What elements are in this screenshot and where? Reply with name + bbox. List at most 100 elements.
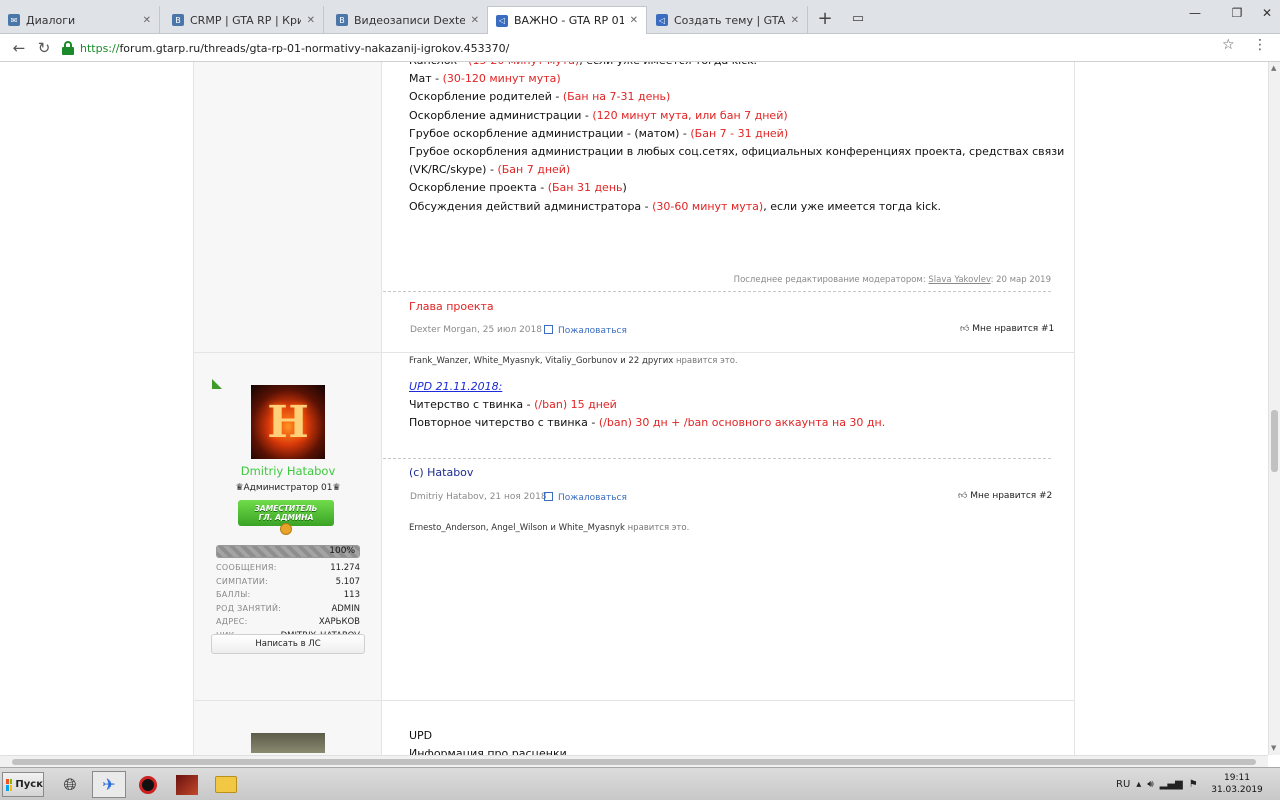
browser-tab[interactable]: ◁ ВАЖНО - GTA RP 01 | Норм ✕: [487, 6, 647, 34]
rule-line: Оскорбление администрации - (120 минут м…: [409, 108, 788, 122]
back-icon[interactable]: ←: [8, 37, 30, 59]
scroll-down-icon[interactable]: ▼: [1271, 744, 1276, 752]
rule-line: (VK/RC/skype) - (Бан 7 дней): [409, 163, 571, 177]
signature-separator: [383, 291, 1051, 292]
recorder-taskbar-icon[interactable]: [131, 771, 165, 798]
username[interactable]: Dmitriy Hatabov: [194, 464, 382, 478]
likers-summary: Ernesto_Anderson, Angel_Wilson и White_M…: [409, 523, 690, 533]
flag-icon[interactable]: ⚑: [1189, 779, 1198, 790]
user-stat-row: СИМПАТИИ: 5.107: [216, 576, 360, 587]
rule-line: Мат - (30-120 минут мута): [409, 72, 561, 86]
start-button[interactable]: Пуск: [2, 772, 44, 797]
url-scheme: https://: [80, 41, 120, 55]
tab-title: Создать тему | GTA RolePlay - G: [674, 13, 785, 27]
report-button[interactable]: Пожаловаться: [544, 325, 627, 336]
tab-title: Видеозаписи Dexter Morgan: [354, 13, 465, 27]
windows-logo-icon: [6, 778, 13, 791]
report-icon: [544, 492, 553, 501]
new-tab-button[interactable]: +: [813, 8, 837, 30]
post-3: UPD Информация про расценки: [193, 700, 1075, 755]
close-window-icon[interactable]: ✕: [1252, 6, 1280, 20]
lock-icon: [62, 41, 74, 55]
clock[interactable]: 19:11 31.03.2019: [1208, 772, 1266, 796]
post-2-content: UPD 21.11.2018: Читерство с твинка - (/b…: [383, 353, 1075, 701]
game-taskbar-icon[interactable]: [170, 771, 204, 798]
tab-close-icon[interactable]: ✕: [307, 15, 315, 26]
user-stat-row: РОД ЗАНЯТИЙ: ADMIN: [216, 603, 360, 614]
network-icon[interactable]: ▂▄▆: [1160, 779, 1183, 790]
signature: Глава проекта: [409, 300, 494, 313]
scroll-thumb[interactable]: [12, 759, 1256, 765]
post-number[interactable]: #1: [1041, 324, 1054, 334]
edit-note: Последнее редактирование модератором: Sl…: [733, 275, 1051, 285]
avatar[interactable]: [251, 733, 325, 753]
like-button[interactable]: 👍︎ Мне нравится: [960, 324, 1038, 334]
update-heading: UPD 21.11.2018:: [409, 380, 503, 393]
browser-menu-icon[interactable]: ⋮: [1253, 37, 1267, 53]
vertical-scrollbar[interactable]: ▲ ▼: [1268, 62, 1280, 755]
scroll-up-icon[interactable]: ▲: [1271, 64, 1276, 72]
post-text: UPD: [409, 729, 433, 742]
minimize-icon[interactable]: —: [1180, 6, 1210, 20]
browser-tab[interactable]: ✉ Диалоги ✕: [0, 6, 160, 34]
tab-close-icon[interactable]: ✕: [471, 15, 479, 26]
tab-close-icon[interactable]: ✕: [143, 15, 151, 26]
vk-messages-icon: ✉: [8, 14, 20, 26]
send-pm-button[interactable]: Написать в ЛС: [211, 634, 365, 654]
post-author-date[interactable]: Dexter Morgan, 25 июл 2018: [410, 325, 542, 335]
browser-tab[interactable]: В Видеозаписи Dexter Morgan ✕: [328, 6, 488, 34]
forum-icon: ◁: [496, 14, 508, 27]
signature-separator: [383, 458, 1051, 459]
tab-close-icon[interactable]: ✕: [791, 15, 799, 26]
post-3-content: UPD Информация про расценки: [383, 701, 1075, 755]
user-stat-row: БАЛЛЫ: 113: [216, 590, 360, 601]
taskbar: Пуск 🌐︎ ✈︎ RU ▴ 🔊︎ ▂▄▆ ⚑ 19:11 31.03.2019: [0, 767, 1280, 800]
post-number[interactable]: #2: [1039, 491, 1052, 501]
user-role: ♛Администратор 01♛: [235, 483, 341, 493]
signature: (с) Hatabov: [409, 466, 474, 479]
post-text: Информация про расценки: [409, 747, 567, 755]
report-icon: [544, 325, 553, 334]
rule-line: Оскорбление родителей - (Бан на 7-31 ден…: [409, 90, 671, 104]
browser-tab-strip: ✉Диалоги✕ВCRMP | GTA RP | Криминальная✕В…: [0, 0, 1280, 34]
tab-close-icon[interactable]: ✕: [630, 15, 638, 26]
badge-medal-icon: [280, 523, 292, 535]
thumbs-up-icon: 👍︎: [960, 324, 970, 334]
edit-user-link[interactable]: Slava Yakovlev: [928, 275, 990, 285]
like-button[interactable]: 👍︎ Мне нравится: [958, 491, 1036, 501]
language-indicator[interactable]: RU: [1116, 779, 1130, 790]
tab-title: Диалоги: [26, 13, 76, 27]
rule-line: Обсуждения действий администратора - (30…: [409, 199, 942, 213]
system-tray: RU ▴ 🔊︎ ▂▄▆ ⚑: [1116, 771, 1198, 798]
post-2-user-sidebar: H Dmitriy Hatabov ♛Администратор 01♛ ЗАМ…: [194, 353, 382, 701]
folder-taskbar-icon[interactable]: [209, 771, 243, 798]
post-1: Капслок - (15-20 минут мута), если уже и…: [193, 62, 1075, 366]
post-author-date[interactable]: Dmitriy Hatabov, 21 ноя 2018: [410, 492, 547, 502]
horizontal-scrollbar[interactable]: [0, 755, 1268, 767]
report-button[interactable]: Пожаловаться: [544, 492, 627, 503]
browser-tab[interactable]: В CRMP | GTA RP | Криминальная ✕: [164, 6, 324, 34]
post-1-user-sidebar: [194, 62, 382, 353]
tab-list-icon[interactable]: ▭: [848, 8, 868, 30]
url-input[interactable]: https://forum.gtarp.ru/threads/gta-rp-01…: [58, 37, 1246, 59]
browser-tab[interactable]: ◁ Создать тему | GTA RolePlay - G ✕: [648, 6, 808, 34]
rule-line: Капслок - (15-20 минут мута), если уже и…: [409, 62, 757, 67]
rule-line: Грубое оскорбление администрации - (мато…: [409, 126, 789, 140]
rule-line: Читерство с твинка - (/ban) 15 дней: [409, 398, 617, 411]
reload-icon[interactable]: ↻: [33, 37, 55, 59]
forum-icon: ◁: [656, 14, 668, 26]
browser-taskbar-icon[interactable]: 🌐︎: [53, 771, 87, 798]
scroll-thumb[interactable]: [1271, 410, 1278, 472]
post-1-content: Капслок - (15-20 минут мута), если уже и…: [383, 62, 1075, 366]
bookmark-star-icon[interactable]: ☆: [1222, 37, 1235, 53]
restore-icon[interactable]: ❐: [1222, 6, 1252, 20]
tab-title: CRMP | GTA RP | Криминальная: [190, 13, 301, 27]
post-3-user-sidebar: [194, 701, 382, 755]
app-taskbar-icon[interactable]: ✈︎: [92, 771, 126, 798]
volume-icon[interactable]: 🔊︎: [1147, 779, 1153, 790]
avatar[interactable]: H: [251, 385, 325, 459]
user-stat-row: АДРЕС: ХАРЬКОВ: [216, 617, 360, 628]
address-bar: ← ↻ https://forum.gtarp.ru/threads/gta-r…: [0, 34, 1280, 62]
tray-expand-icon[interactable]: ▴: [1136, 779, 1141, 790]
vk-icon: В: [336, 14, 348, 26]
